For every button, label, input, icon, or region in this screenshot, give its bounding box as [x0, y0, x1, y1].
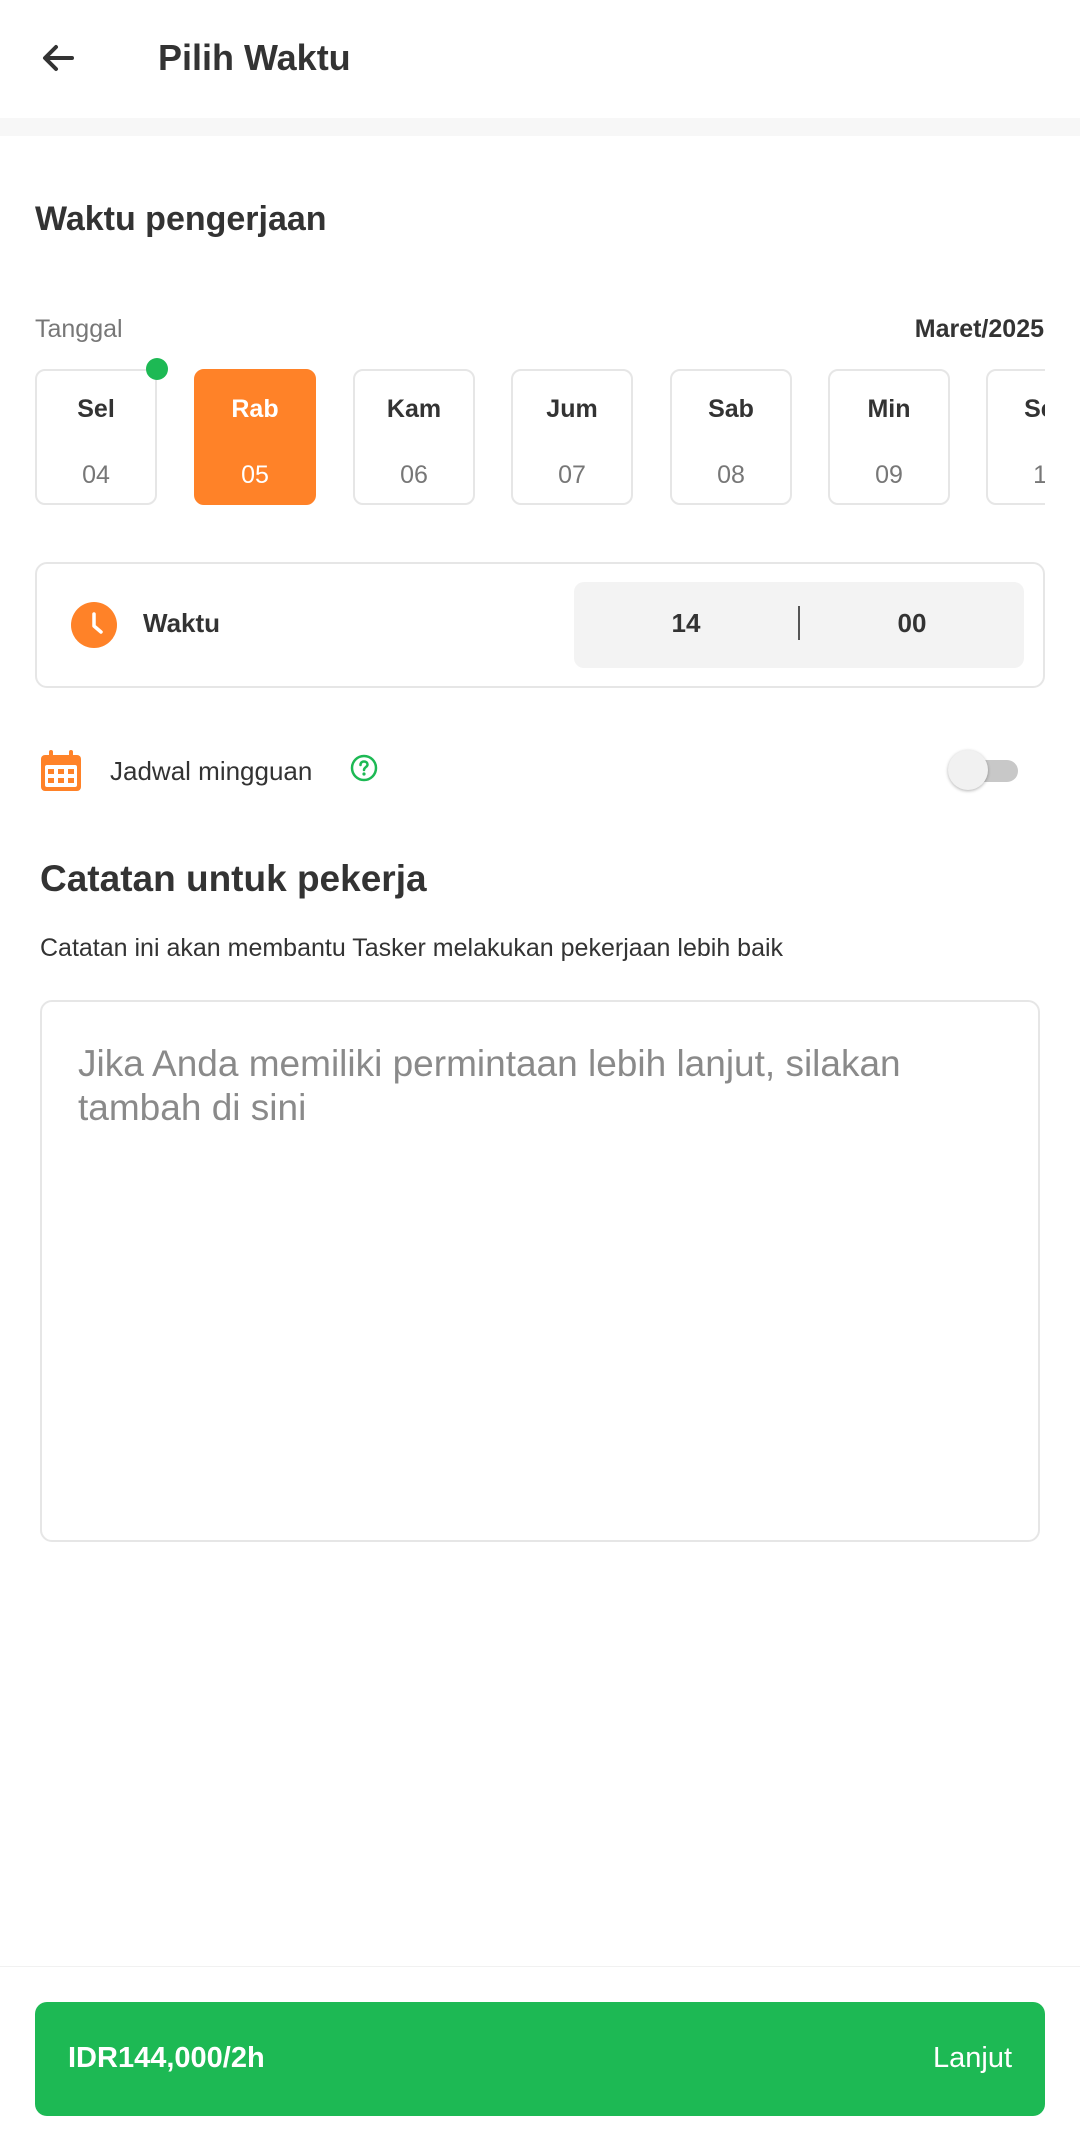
date-day: Sab: [708, 395, 754, 423]
continue-button[interactable]: IDR144,000/2h Lanjut: [35, 2002, 1045, 2116]
today-indicator-dot: [146, 358, 168, 380]
calendar-icon: [41, 750, 81, 791]
time-divider: [798, 606, 800, 640]
date-number: 09: [875, 461, 903, 489]
minute-value[interactable]: 00: [862, 608, 962, 639]
date-number: 05: [241, 461, 269, 489]
date-card-06[interactable]: Kam 06: [353, 369, 475, 505]
date-card-05-selected[interactable]: Rab 05: [194, 369, 316, 505]
price-label: IDR144,000/2h: [68, 2042, 265, 2074]
pick-time-screen: Pilih Waktu Waktu pengerjaan Tanggal Mar…: [0, 0, 1080, 2133]
clock-icon: [71, 602, 117, 648]
date-number: 08: [717, 461, 745, 489]
date-day: Kam: [386, 395, 442, 423]
date-number: 06: [400, 461, 428, 489]
weekly-schedule-row: Jadwal mingguan: [38, 744, 1048, 800]
notes-title: Catatan untuk pekerja: [40, 858, 427, 899]
date-day: Rab: [231, 395, 279, 423]
date-strip[interactable]: Sel 04 Rab 05 Kam 06 Jum 07 Sab 08 Min 0…: [35, 369, 1045, 509]
date-number: 07: [558, 461, 586, 489]
time-picker[interactable]: 14 00: [574, 582, 1024, 668]
date-number: 10: [1033, 461, 1045, 489]
date-card-08[interactable]: Sab 08: [670, 369, 792, 505]
weekly-schedule-label: Jadwal mingguan: [110, 756, 313, 786]
continue-label: Lanjut: [932, 2042, 1012, 2074]
hour-value[interactable]: 14: [636, 608, 736, 639]
app-header: Pilih Waktu: [0, 0, 1080, 118]
page-title: Pilih Waktu: [158, 37, 351, 78]
date-day: Sel: [77, 395, 115, 423]
notes-subtitle: Catatan ini akan membantu Tasker melakuk…: [40, 934, 784, 962]
time-selector: Waktu 14 00: [35, 562, 1045, 688]
date-number: 04: [82, 461, 110, 489]
notes-placeholder: Jika Anda memiliki permintaan lebih lanj…: [78, 1043, 901, 1128]
date-card-04[interactable]: Sel 04: [35, 369, 157, 505]
notes-textarea[interactable]: Jika Anda memiliki permintaan lebih lanj…: [40, 1000, 1040, 1542]
date-card-10[interactable]: Sen 10: [986, 369, 1045, 505]
toggle-thumb: [948, 750, 988, 790]
month-label: Maret/2025: [914, 315, 1044, 343]
back-button[interactable]: [28, 28, 88, 88]
date-card-07[interactable]: Jum 07: [511, 369, 633, 505]
header-divider: [0, 118, 1080, 136]
date-day: Sen: [1024, 395, 1045, 423]
work-time-title: Waktu pengerjaan: [35, 200, 327, 238]
date-card-09[interactable]: Min 09: [828, 369, 950, 505]
time-label: Waktu: [143, 608, 221, 638]
arrow-left-icon: [43, 45, 74, 71]
help-icon[interactable]: [350, 754, 378, 782]
date-day: Jum: [546, 395, 598, 423]
date-label: Tanggal: [35, 315, 123, 343]
weekly-schedule-toggle[interactable]: [948, 750, 1020, 790]
date-day: Min: [867, 395, 911, 423]
